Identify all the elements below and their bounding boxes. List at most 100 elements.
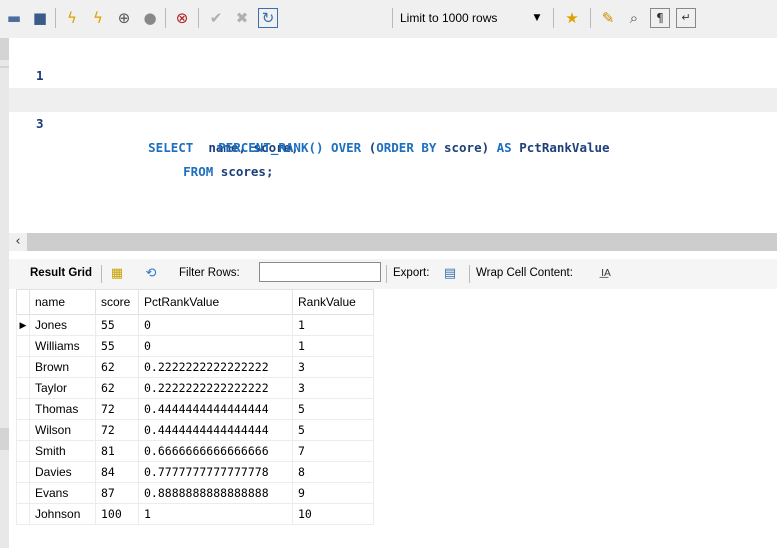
cell-pctrankvalue[interactable]: 0 bbox=[138, 335, 293, 357]
cell-name[interactable]: Davies bbox=[29, 461, 96, 483]
cell-pctrankvalue[interactable]: 0.2222222222222222 bbox=[138, 377, 293, 399]
cell-name[interactable]: Taylor bbox=[29, 377, 96, 399]
alias-name: PctRankValue bbox=[519, 140, 610, 155]
table-row[interactable]: Taylor 62 0.2222222222222222 3 bbox=[16, 377, 374, 399]
table-row[interactable]: Wilson 72 0.4444444444444444 5 bbox=[16, 419, 374, 441]
column-header-name[interactable]: name bbox=[29, 289, 96, 315]
code-line-3[interactable]: 3 FROM scores; bbox=[9, 88, 777, 179]
table-row[interactable]: Williams 55 0 1 bbox=[16, 335, 374, 357]
explain-icon[interactable]: ⊕ bbox=[114, 8, 134, 28]
cell-pctrankvalue[interactable]: 0 bbox=[138, 314, 293, 336]
wrap-icon[interactable]: ↵ bbox=[676, 8, 696, 28]
invisible-chars-icon[interactable]: ¶ bbox=[650, 8, 670, 28]
toggle-error-icon[interactable]: ⊗ bbox=[172, 8, 192, 28]
grid-view-icon[interactable]: ▦ bbox=[108, 265, 126, 283]
cell-score[interactable]: 87 bbox=[95, 482, 139, 504]
commit-icon[interactable]: ✔ bbox=[206, 8, 226, 28]
sql-editor[interactable]: 1 ● SELECT name, score, 2 PERCENT_RANK()… bbox=[9, 38, 777, 233]
row-pointer-cell[interactable] bbox=[16, 335, 30, 357]
stop-icon[interactable]: ● bbox=[140, 8, 160, 28]
cell-name[interactable]: Brown bbox=[29, 356, 96, 378]
row-pointer-cell[interactable] bbox=[16, 482, 30, 504]
execute-icon[interactable]: ϟ bbox=[62, 8, 82, 28]
cell-score[interactable]: 81 bbox=[95, 440, 139, 462]
cell-rankvalue[interactable]: 1 bbox=[292, 314, 374, 336]
cell-score[interactable]: 72 bbox=[95, 419, 139, 441]
cell-name[interactable]: Jones bbox=[29, 314, 96, 336]
open-folder-icon[interactable]: ▬ bbox=[4, 8, 24, 28]
save-icon[interactable]: ■ bbox=[30, 8, 50, 28]
toolbar-separator bbox=[469, 265, 470, 283]
table-row[interactable]: Evans 87 0.8888888888888888 9 bbox=[16, 482, 374, 504]
add-snippet-icon[interactable]: ★ bbox=[562, 8, 582, 28]
cell-name[interactable]: Thomas bbox=[29, 398, 96, 420]
autocommit-icon[interactable]: ↻ bbox=[258, 8, 278, 28]
wrap-cell-toggle-icon[interactable]: I͟A bbox=[597, 265, 615, 283]
cell-pctrankvalue[interactable]: 0.4444444444444444 bbox=[138, 398, 293, 420]
cell-rankvalue[interactable]: 1 bbox=[292, 335, 374, 357]
chevron-down-icon[interactable]: ▼ bbox=[530, 9, 544, 27]
cell-rankvalue[interactable]: 9 bbox=[292, 482, 374, 504]
row-pointer-cell[interactable] bbox=[16, 398, 30, 420]
row-pointer-cell[interactable] bbox=[16, 377, 30, 399]
cell-rankvalue[interactable]: 3 bbox=[292, 377, 374, 399]
column-header-rankvalue[interactable]: RankValue bbox=[292, 289, 374, 315]
cell-pctrankvalue[interactable]: 0.6666666666666666 bbox=[138, 440, 293, 462]
row-pointer-icon[interactable]: ▶ bbox=[16, 314, 30, 336]
cell-rankvalue[interactable]: 5 bbox=[292, 419, 374, 441]
cell-score[interactable]: 84 bbox=[95, 461, 139, 483]
cell-rankvalue[interactable]: 7 bbox=[292, 440, 374, 462]
cell-score[interactable]: 100 bbox=[95, 503, 139, 525]
cell-name[interactable]: Williams bbox=[29, 335, 96, 357]
scroll-left-icon[interactable]: ‹ bbox=[9, 233, 27, 251]
cell-rankvalue[interactable]: 3 bbox=[292, 356, 374, 378]
cell-score[interactable]: 62 bbox=[95, 356, 139, 378]
table-row[interactable]: Thomas 72 0.4444444444444444 5 bbox=[16, 398, 374, 420]
cell-rankvalue[interactable]: 5 bbox=[292, 398, 374, 420]
table-row[interactable]: ▶ Jones 55 0 1 bbox=[16, 314, 374, 336]
filter-rows-input[interactable] bbox=[259, 262, 381, 282]
cell-pctrankvalue[interactable]: 0.8888888888888888 bbox=[138, 482, 293, 504]
cell-name[interactable]: Evans bbox=[29, 482, 96, 504]
table-row[interactable]: Brown 62 0.2222222222222222 3 bbox=[16, 356, 374, 378]
cell-name[interactable]: Johnson bbox=[29, 503, 96, 525]
result-grid[interactable]: name score PctRankValue RankValue ▶ Jones… bbox=[16, 289, 374, 525]
cell-rankvalue[interactable]: 8 bbox=[292, 461, 374, 483]
code-line-1[interactable]: 1 ● SELECT name, score, bbox=[9, 40, 777, 155]
line-number: 3 bbox=[36, 116, 44, 131]
cell-score[interactable]: 62 bbox=[95, 377, 139, 399]
row-pointer-cell[interactable] bbox=[16, 503, 30, 525]
table-row[interactable]: Smith 81 0.6666666666666666 7 bbox=[16, 440, 374, 462]
beautify-icon[interactable]: ✎ bbox=[598, 8, 618, 28]
cell-pctrankvalue[interactable]: 0.2222222222222222 bbox=[138, 356, 293, 378]
result-grid-tab[interactable]: Result Grid bbox=[30, 267, 92, 279]
column-header-score[interactable]: score bbox=[95, 289, 139, 315]
row-pointer-cell[interactable] bbox=[16, 461, 30, 483]
toolbar-separator bbox=[590, 8, 591, 28]
cell-name[interactable]: Wilson bbox=[29, 419, 96, 441]
cell-pctrankvalue[interactable]: 0.4444444444444444 bbox=[138, 419, 293, 441]
find-icon[interactable]: ⌕ bbox=[624, 8, 644, 28]
row-pointer-cell[interactable] bbox=[16, 419, 30, 441]
cell-rankvalue[interactable]: 10 bbox=[292, 503, 374, 525]
limit-rows-select[interactable]: Limit to 1000 rows bbox=[400, 11, 497, 25]
cell-pctrankvalue[interactable]: 1 bbox=[138, 503, 293, 525]
table-row[interactable]: Davies 84 0.7777777777777778 8 bbox=[16, 461, 374, 483]
row-pointer-cell[interactable] bbox=[16, 440, 30, 462]
keyword-from: FROM bbox=[183, 164, 214, 179]
export-icon[interactable]: ▤ bbox=[441, 265, 459, 283]
cell-name[interactable]: Smith bbox=[29, 440, 96, 462]
column-header-pctrankvalue[interactable]: PctRankValue bbox=[138, 289, 293, 315]
cell-score[interactable]: 55 bbox=[95, 335, 139, 357]
rollback-icon[interactable]: ✖ bbox=[232, 8, 252, 28]
editor-horizontal-scrollbar[interactable]: ‹ bbox=[9, 233, 777, 251]
refresh-icon[interactable]: ⟲ bbox=[142, 265, 160, 283]
cell-pctrankvalue[interactable]: 0.7777777777777778 bbox=[138, 461, 293, 483]
cell-score[interactable]: 72 bbox=[95, 398, 139, 420]
row-pointer-cell[interactable] bbox=[16, 356, 30, 378]
table-row[interactable]: Johnson 100 1 10 bbox=[16, 503, 374, 525]
cell-score[interactable]: 55 bbox=[95, 314, 139, 336]
toolbar-separator bbox=[553, 8, 554, 28]
execute-current-icon[interactable]: ϟ bbox=[88, 8, 108, 28]
code-line-2[interactable]: 2 PERCENT_RANK() OVER (ORDER BY score) A… bbox=[9, 64, 777, 155]
